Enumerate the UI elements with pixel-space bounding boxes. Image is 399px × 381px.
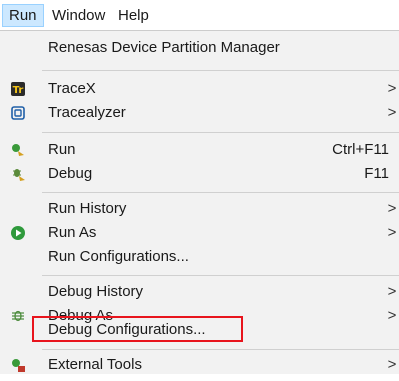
submenu-arrow-icon: > bbox=[387, 104, 397, 121]
menu-separator bbox=[42, 192, 399, 193]
menu-item-external-tools[interactable]: External Tools > bbox=[0, 353, 399, 377]
menu-item-renesas-device-partition-manager[interactable]: Renesas Device Partition Manager bbox=[0, 36, 399, 60]
menu-item-tracealyzer[interactable]: Tracealyzer > bbox=[0, 101, 399, 125]
svg-text:Tr: Tr bbox=[13, 85, 24, 96]
menu-item-debug[interactable]: Debug F11 bbox=[0, 162, 399, 186]
menu-item-shortcut: F11 bbox=[364, 165, 389, 182]
menu-item-label: External Tools bbox=[48, 356, 142, 373]
menu-separator bbox=[42, 275, 399, 276]
menu-item-label: Renesas Device Partition Manager bbox=[48, 39, 280, 56]
menu-item-label: Debug bbox=[48, 165, 93, 182]
menu-item-run-configurations[interactable]: Run Configurations... bbox=[0, 245, 399, 269]
menu-item-label: Run As bbox=[48, 224, 97, 241]
menu-item-label: Run bbox=[48, 141, 76, 158]
menu-item-debug-history[interactable]: Debug History > bbox=[0, 280, 399, 304]
menu-item-label: Tracealyzer bbox=[48, 104, 126, 121]
menu-item-label: TraceX bbox=[48, 80, 96, 97]
submenu-arrow-icon: > bbox=[387, 200, 397, 217]
debug-icon bbox=[10, 166, 26, 182]
menu-separator bbox=[42, 70, 399, 71]
run-icon bbox=[10, 142, 26, 158]
submenu-arrow-icon: > bbox=[387, 224, 397, 241]
menu-item-shortcut: Ctrl+F11 bbox=[332, 141, 389, 158]
submenu-arrow-icon: > bbox=[387, 283, 397, 300]
menu-item-label: Run Configurations... bbox=[48, 248, 189, 265]
tracealyzer-icon bbox=[10, 105, 26, 121]
menu-item-run[interactable]: Run Ctrl+F11 bbox=[0, 138, 399, 162]
menu-item-label: Debug History bbox=[48, 283, 144, 300]
menubar-window[interactable]: Window bbox=[46, 4, 111, 27]
menu-item-run-as[interactable]: Run As > bbox=[0, 221, 399, 245]
submenu-arrow-icon: > bbox=[387, 356, 397, 373]
menubar-help[interactable]: Help bbox=[112, 4, 155, 27]
tracex-icon: Tr bbox=[10, 81, 26, 97]
run-as-icon bbox=[10, 225, 26, 241]
menu-item-run-history[interactable]: Run History > bbox=[0, 197, 399, 221]
debug-configurations-highlight bbox=[32, 316, 243, 342]
menubar-run[interactable]: Run bbox=[2, 4, 44, 27]
menu-separator bbox=[42, 132, 399, 133]
external-tools-icon bbox=[10, 357, 26, 373]
menu-bar: Run Window Help bbox=[0, 0, 399, 30]
menu-item-label: Run History bbox=[48, 200, 127, 217]
menu-item-tracex[interactable]: Tr TraceX > bbox=[0, 77, 399, 101]
submenu-arrow-icon: > bbox=[387, 80, 397, 97]
menu-separator bbox=[42, 349, 399, 350]
